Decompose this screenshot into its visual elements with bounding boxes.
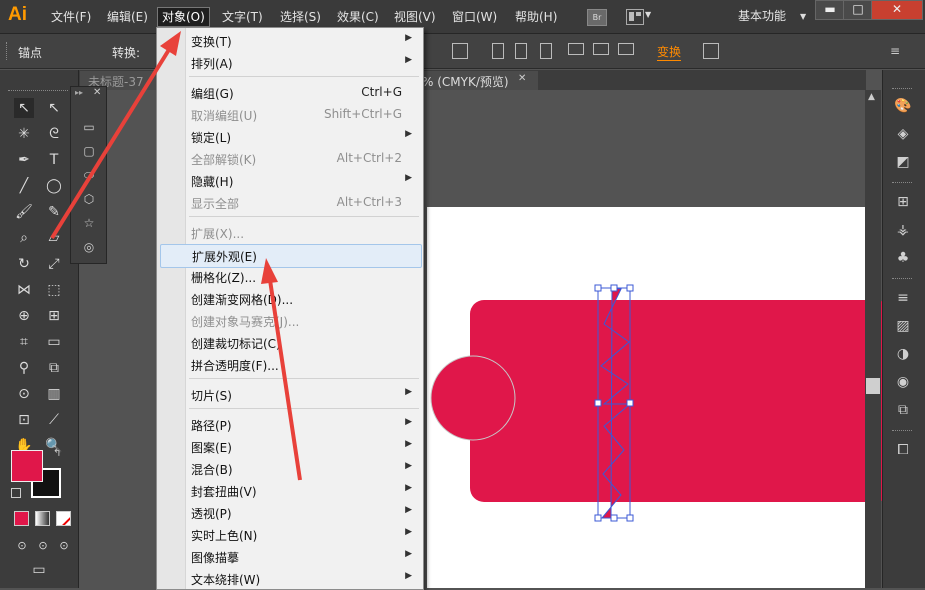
menu-item-shortcut: Shift+Ctrl+G	[323, 107, 402, 121]
menu-item-label: 创建渐变网格(D)...	[191, 293, 294, 307]
menu-item-label: 混合(B)	[191, 463, 233, 477]
submenu-arrow-icon: ▶	[405, 505, 412, 515]
menu-item-label: 栅格化(Z)...	[191, 271, 257, 285]
swatches-panel-icon[interactable]: ⊞	[893, 192, 913, 212]
menu-item[interactable]: 变换(T) ▶	[160, 30, 420, 52]
menu-item-label: 扩展(X)...	[191, 227, 245, 241]
appearance-panel-icon[interactable]: ◉	[893, 372, 913, 392]
graphic-styles-icon[interactable]: ⧉	[893, 400, 913, 420]
submenu-arrow-icon: ▶	[405, 549, 412, 559]
submenu-arrow-icon: ▶	[405, 33, 412, 43]
menu-item[interactable]: 全部解锁(K) Alt+Ctrl+2	[160, 148, 420, 170]
menu-item[interactable]: 显示全部 Alt+Ctrl+3	[160, 192, 420, 214]
color-panel-icon[interactable]: 🎨	[893, 96, 913, 116]
menu-item-label: 图案(E)	[191, 441, 232, 455]
artwork-canvas	[430, 284, 890, 522]
menu-item-label: 文本绕排(W)	[191, 573, 261, 587]
menu-item[interactable]: 切片(S) ▶	[160, 384, 420, 406]
menu-item[interactable]: 创建裁切标记(C)	[160, 332, 420, 354]
scrollbar-thumb[interactable]	[866, 378, 880, 394]
menu-item[interactable]: 排列(A) ▶	[160, 52, 420, 74]
menu-item[interactable]: 创建对象马赛克(J)...	[160, 310, 420, 332]
submenu-arrow-icon: ▶	[405, 439, 412, 449]
menu-item-label: 路径(P)	[191, 419, 232, 433]
artboards-panel-icon[interactable]: ⧠	[893, 440, 913, 460]
menu-item[interactable]: 图像描摹 ▶	[160, 546, 420, 568]
grip-icon[interactable]	[892, 278, 912, 280]
menu-item-label: 排列(A)	[191, 57, 233, 71]
menu-item[interactable]: 文本绕排(W) ▶	[160, 568, 420, 590]
menu-item-label: 图像描摹	[191, 551, 240, 565]
scroll-up-icon[interactable]: ▲	[868, 92, 875, 102]
menu-item-label: 创建裁切标记(C)	[191, 337, 281, 351]
menu-separator	[189, 378, 419, 379]
object-menu: 变换(T) ▶ 排列(A) ▶ 编组(G) Ctrl+G 取消编组(U) Shift+Ctrl…	[156, 27, 424, 590]
grip-icon[interactable]	[892, 430, 912, 432]
submenu-arrow-icon: ▶	[405, 129, 412, 139]
menu-item-label: 拼合透明度(F)...	[191, 359, 279, 373]
menu-item-label: 封套扭曲(V)	[191, 485, 257, 499]
menu-separator	[189, 76, 419, 77]
submenu-arrow-icon: ▶	[405, 571, 412, 581]
menu-item-shortcut: Alt+Ctrl+2	[336, 151, 402, 165]
menu-item-label: 显示全部	[191, 197, 240, 211]
menu-item-shortcut: Alt+Ctrl+3	[336, 195, 402, 209]
menu-item-label: 创建对象马赛克(J)...	[191, 315, 300, 329]
menu-item-label: 变换(T)	[191, 35, 232, 49]
stroke-panel-icon[interactable]: ≡	[893, 288, 913, 308]
menu-item[interactable]: 扩展外观(E)	[160, 244, 422, 268]
submenu-arrow-icon: ▶	[405, 387, 412, 397]
menu-item[interactable]: 编组(G) Ctrl+G	[160, 82, 420, 104]
menu-item-label: 扩展外观(E)	[192, 250, 257, 264]
submenu-arrow-icon: ▶	[405, 173, 412, 183]
submenu-arrow-icon: ▶	[405, 461, 412, 471]
grip-icon[interactable]	[892, 182, 912, 184]
menu-item[interactable]: 混合(B) ▶	[160, 458, 420, 480]
menu-item[interactable]: 路径(P) ▶	[160, 414, 420, 436]
menu-item-label: 取消编组(U)	[191, 109, 258, 123]
menu-separator	[189, 408, 419, 409]
menu-item[interactable]: 图案(E) ▶	[160, 436, 420, 458]
menu-item[interactable]: 栅格化(Z)...	[160, 266, 420, 288]
menu-item[interactable]: 实时上色(N) ▶	[160, 524, 420, 546]
menu-item-label: 实时上色(N)	[191, 529, 258, 543]
menu-item[interactable]: 封套扭曲(V) ▶	[160, 480, 420, 502]
gradient-panel-icon[interactable]: ▨	[893, 316, 913, 336]
menu-item-shortcut: Ctrl+G	[361, 85, 402, 99]
red-circle[interactable]	[430, 355, 516, 441]
menu-item[interactable]: 透视(P) ▶	[160, 502, 420, 524]
menu-item-label: 隐藏(H)	[191, 175, 234, 189]
menu-separator	[189, 216, 419, 217]
red-rounded-rectangle[interactable]	[470, 300, 890, 502]
submenu-arrow-icon: ▶	[405, 527, 412, 537]
transparency-panel-icon[interactable]: ◑	[893, 344, 913, 364]
symbols-panel-icon[interactable]: ♣	[893, 248, 913, 268]
menu-item[interactable]: 隐藏(H) ▶	[160, 170, 420, 192]
layers-panel-icon[interactable]: ◈	[893, 124, 913, 144]
menu-item-label: 透视(P)	[191, 507, 232, 521]
vertical-scrollbar[interactable]	[865, 90, 881, 588]
menu-item[interactable]: 扩展(X)...	[160, 222, 420, 244]
color-guide-icon[interactable]: ◩	[893, 152, 913, 172]
submenu-arrow-icon: ▶	[405, 55, 412, 65]
menu-item-label: 全部解锁(K)	[191, 153, 257, 167]
watermark: 软件SOS	[733, 551, 862, 584]
grip-icon[interactable]	[892, 88, 912, 90]
brushes-panel-icon[interactable]: ⚶	[893, 220, 913, 240]
submenu-arrow-icon: ▶	[405, 483, 412, 493]
menu-item-label: 切片(S)	[191, 389, 232, 403]
menu-item[interactable]: 创建渐变网格(D)...	[160, 288, 420, 310]
menu-item[interactable]: 取消编组(U) Shift+Ctrl+G	[160, 104, 420, 126]
menu-item-label: 编组(G)	[191, 87, 234, 101]
submenu-arrow-icon: ▶	[405, 417, 412, 427]
menu-item[interactable]: 拼合透明度(F)...	[160, 354, 420, 376]
menu-item[interactable]: 锁定(L) ▶	[160, 126, 420, 148]
menu-item-label: 锁定(L)	[191, 131, 232, 145]
